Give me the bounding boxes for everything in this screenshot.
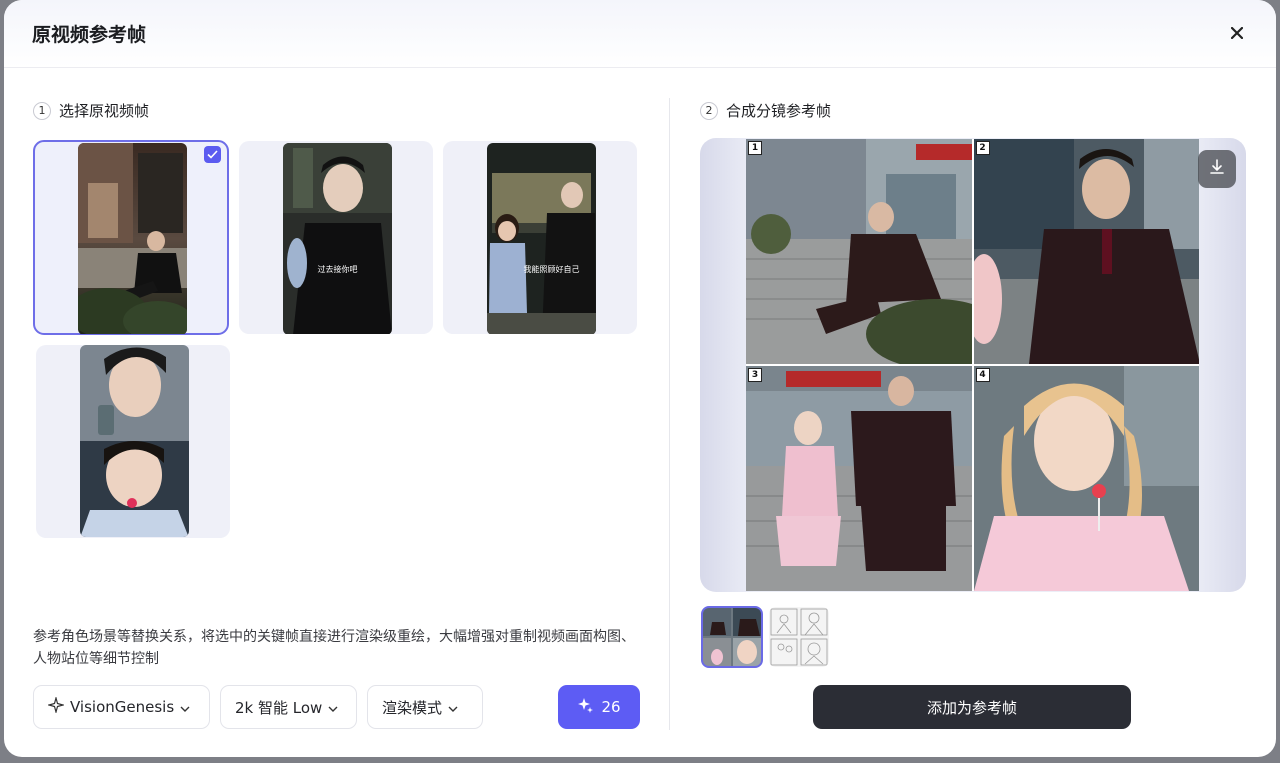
chevron-down-icon xyxy=(448,698,458,716)
sparkle-icon xyxy=(46,695,66,717)
storyboard-grid: 1 2 3 4 xyxy=(746,139,1199,591)
source-frame-3[interactable]: 我能照顾好自己 xyxy=(443,141,637,334)
step-1-heading: 1 选择原视频帧 xyxy=(33,100,149,121)
sparkle-icon xyxy=(577,697,594,717)
quality-select-value: 2k 智能 Low xyxy=(235,698,323,717)
quality-select[interactable]: 2k 智能 Low xyxy=(220,685,357,729)
cell-number: 1 xyxy=(748,141,762,155)
frame-3-subtitle: 我能照顾好自己 xyxy=(523,265,580,274)
cell-number: 3 xyxy=(748,368,762,382)
generate-button[interactable]: 26 xyxy=(558,685,640,729)
source-frame-2[interactable]: 过去接你吧 xyxy=(239,141,433,334)
column-divider xyxy=(669,98,670,730)
render-mode-select-value: 渲染模式 xyxy=(382,698,443,717)
model-select-value: VisionGenesis xyxy=(70,698,175,716)
modal-header: 原视频参考帧 xyxy=(4,0,1276,68)
close-icon[interactable] xyxy=(1226,22,1248,44)
generate-cost: 26 xyxy=(601,698,621,716)
selected-checkbox[interactable] xyxy=(204,146,221,163)
download-icon xyxy=(1208,158,1226,180)
result-thumbnail-1[interactable] xyxy=(701,606,763,668)
step-2-title: 合成分镜参考帧 xyxy=(726,102,832,120)
storyboard-cell-1: 1 xyxy=(746,139,972,364)
step-1-title: 选择原视频帧 xyxy=(59,102,150,120)
cell-number: 4 xyxy=(975,368,990,382)
cell-number: 2 xyxy=(975,141,990,155)
frame-2-image: 过去接你吧 xyxy=(283,143,392,334)
reference-frame-modal: 原视频参考帧 1 选择原视频帧 过去接你吧 我能照顾好自己 参考角色场景等替换关… xyxy=(4,0,1276,757)
step-1-number: 1 xyxy=(33,101,51,120)
chevron-down-icon xyxy=(328,698,338,716)
frame-4-image xyxy=(80,345,189,537)
source-frame-4[interactable] xyxy=(36,345,230,538)
download-button[interactable] xyxy=(1198,150,1236,188)
chevron-down-icon xyxy=(180,698,190,716)
frame-1-image xyxy=(78,143,187,334)
modal-title: 原视频参考帧 xyxy=(32,24,147,46)
storyboard-cell-4: 4 xyxy=(973,366,1199,591)
render-mode-select[interactable]: 渲染模式 xyxy=(367,685,483,729)
storyboard-cell-3: 3 xyxy=(746,366,972,591)
step-2-heading: 2 合成分镜参考帧 xyxy=(700,100,831,121)
storyboard-preview: 1 2 3 4 xyxy=(700,138,1246,592)
frame-2-subtitle: 过去接你吧 xyxy=(317,265,358,274)
frame-3-image: 我能照顾好自己 xyxy=(487,143,596,334)
source-frame-1[interactable] xyxy=(33,140,229,335)
model-select[interactable]: VisionGenesis xyxy=(33,685,210,729)
add-as-reference-button[interactable]: 添加为参考帧 xyxy=(813,685,1131,729)
mode-description: 参考角色场景等替换关系，将选中的关键帧直接进行渲染级重绘，大幅增强对重制视频画面… xyxy=(33,629,635,667)
result-thumbnail-2[interactable] xyxy=(769,607,829,667)
step-2-number: 2 xyxy=(700,101,718,120)
storyboard-cell-2: 2 xyxy=(973,139,1199,364)
